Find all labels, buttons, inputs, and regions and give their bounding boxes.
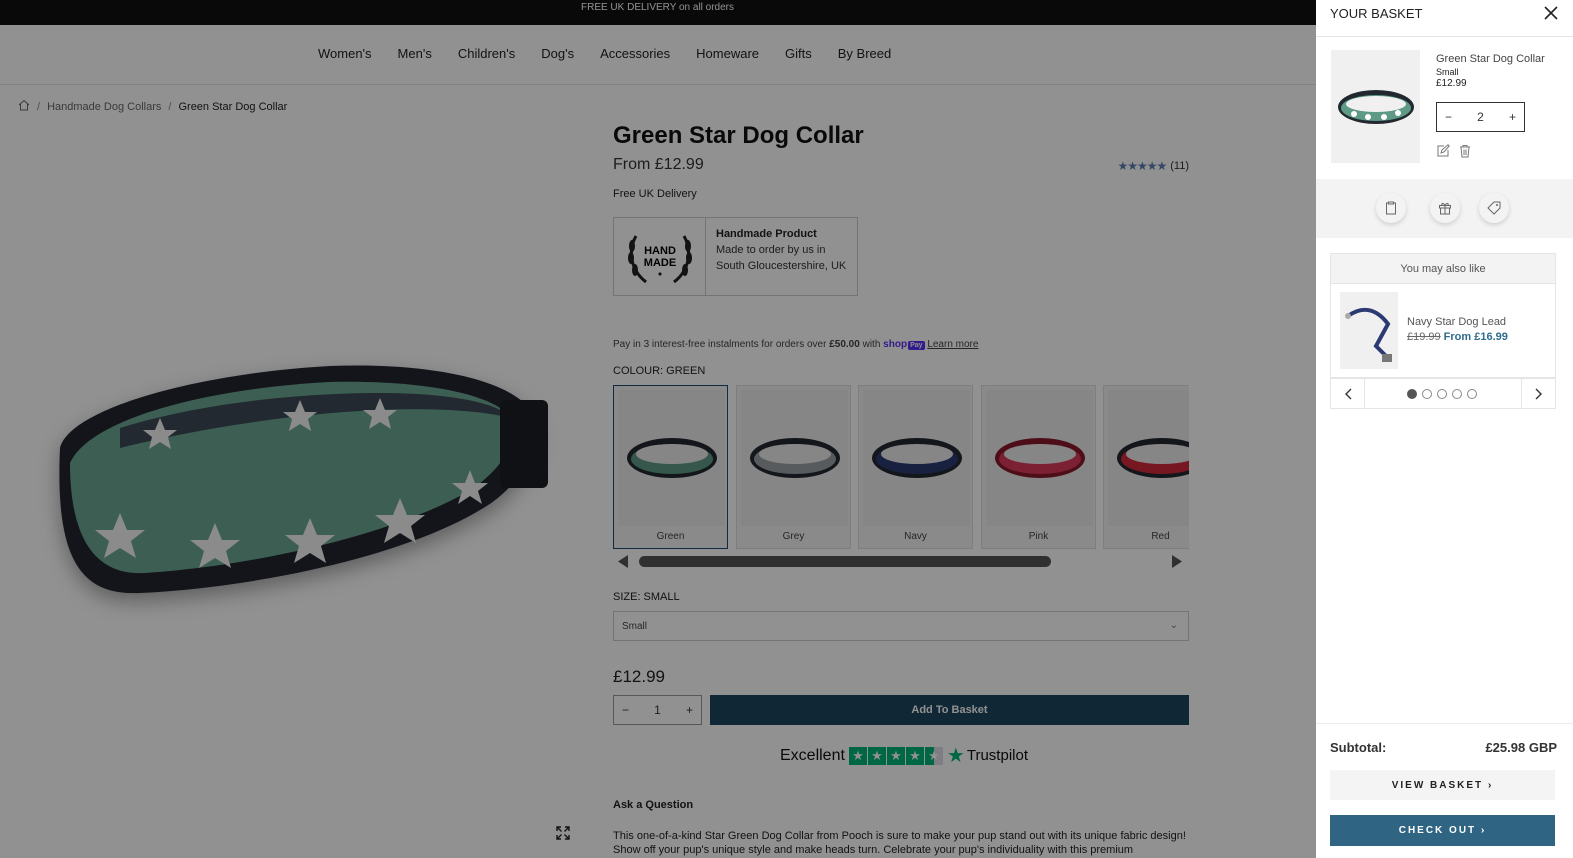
basket-title: YOUR BASKET xyxy=(1330,6,1423,21)
close-icon[interactable] xyxy=(1543,5,1559,21)
gift-wrap-button[interactable] xyxy=(1430,193,1460,223)
basket-item-actions xyxy=(1436,144,1472,158)
discount-code-button[interactable] xyxy=(1479,193,1509,223)
suggestion-card[interactable]: Navy Star Dog Lead £19.99 From £16.99 xyxy=(1330,284,1556,378)
checkout-button[interactable]: CHECK OUT › xyxy=(1330,815,1555,846)
chevron-left-icon xyxy=(1344,388,1351,399)
subtotal-label: Subtotal: xyxy=(1330,740,1387,755)
carousel-dot[interactable] xyxy=(1407,389,1417,399)
basket-item-name[interactable]: Green Star Dog Collar xyxy=(1436,53,1545,65)
carousel-dots xyxy=(1407,389,1477,399)
chevron-right-icon: › xyxy=(1476,825,1487,836)
suggestion-new-price: From £16.99 xyxy=(1443,331,1508,343)
you-may-also-like-heading: You may also like xyxy=(1330,253,1556,284)
basket-item-price: £12.99 xyxy=(1436,78,1467,89)
suggestion-carousel-nav xyxy=(1330,378,1556,409)
basket-qty-plus-button[interactable]: + xyxy=(1509,110,1516,124)
carousel-next-button[interactable] xyxy=(1521,379,1555,408)
suggestion-image[interactable] xyxy=(1340,292,1398,369)
suggestion-name[interactable]: Navy Star Dog Lead xyxy=(1407,316,1506,328)
you-may-also-like: You may also like Navy Star Dog Lead £19… xyxy=(1330,253,1556,409)
basket-tools xyxy=(1316,179,1573,238)
basket-header: YOUR BASKET xyxy=(1316,0,1573,37)
basket-qty-value[interactable]: 2 xyxy=(1477,110,1484,124)
basket-item-image[interactable] xyxy=(1331,50,1420,163)
order-note-button[interactable] xyxy=(1376,193,1406,223)
basket-item-variant: Small xyxy=(1436,67,1459,77)
carousel-dot[interactable] xyxy=(1422,389,1432,399)
chevron-right-icon xyxy=(1535,388,1542,399)
gift-icon xyxy=(1439,202,1451,215)
tag-icon xyxy=(1487,201,1501,215)
basket-qty-minus-button[interactable]: − xyxy=(1445,110,1452,124)
carousel-dot[interactable] xyxy=(1467,389,1477,399)
chevron-right-icon: › xyxy=(1483,779,1494,791)
suggestion-old-price: £19.99 xyxy=(1407,331,1441,343)
suggestion-price: £19.99 From £16.99 xyxy=(1407,331,1508,343)
view-basket-button[interactable]: VIEW BASKET › xyxy=(1330,770,1555,800)
basket-quantity-stepper: − 2 + xyxy=(1436,102,1525,132)
subtotal-value: £25.98 GBP xyxy=(1485,740,1557,755)
clipboard-icon xyxy=(1386,201,1396,215)
view-basket-label: VIEW BASKET xyxy=(1391,779,1484,791)
trash-icon[interactable] xyxy=(1458,144,1472,158)
checkout-label: CHECK OUT xyxy=(1398,825,1477,836)
basket-footer: Subtotal: £25.98 GBP VIEW BASKET › CHECK… xyxy=(1316,723,1573,858)
carousel-dot[interactable] xyxy=(1437,389,1447,399)
carousel-prev-button[interactable] xyxy=(1331,379,1365,408)
edit-icon[interactable] xyxy=(1436,144,1450,158)
basket-drawer: YOUR BASKET Green Star Dog Collar Small … xyxy=(1316,0,1573,858)
carousel-dot[interactable] xyxy=(1452,389,1462,399)
